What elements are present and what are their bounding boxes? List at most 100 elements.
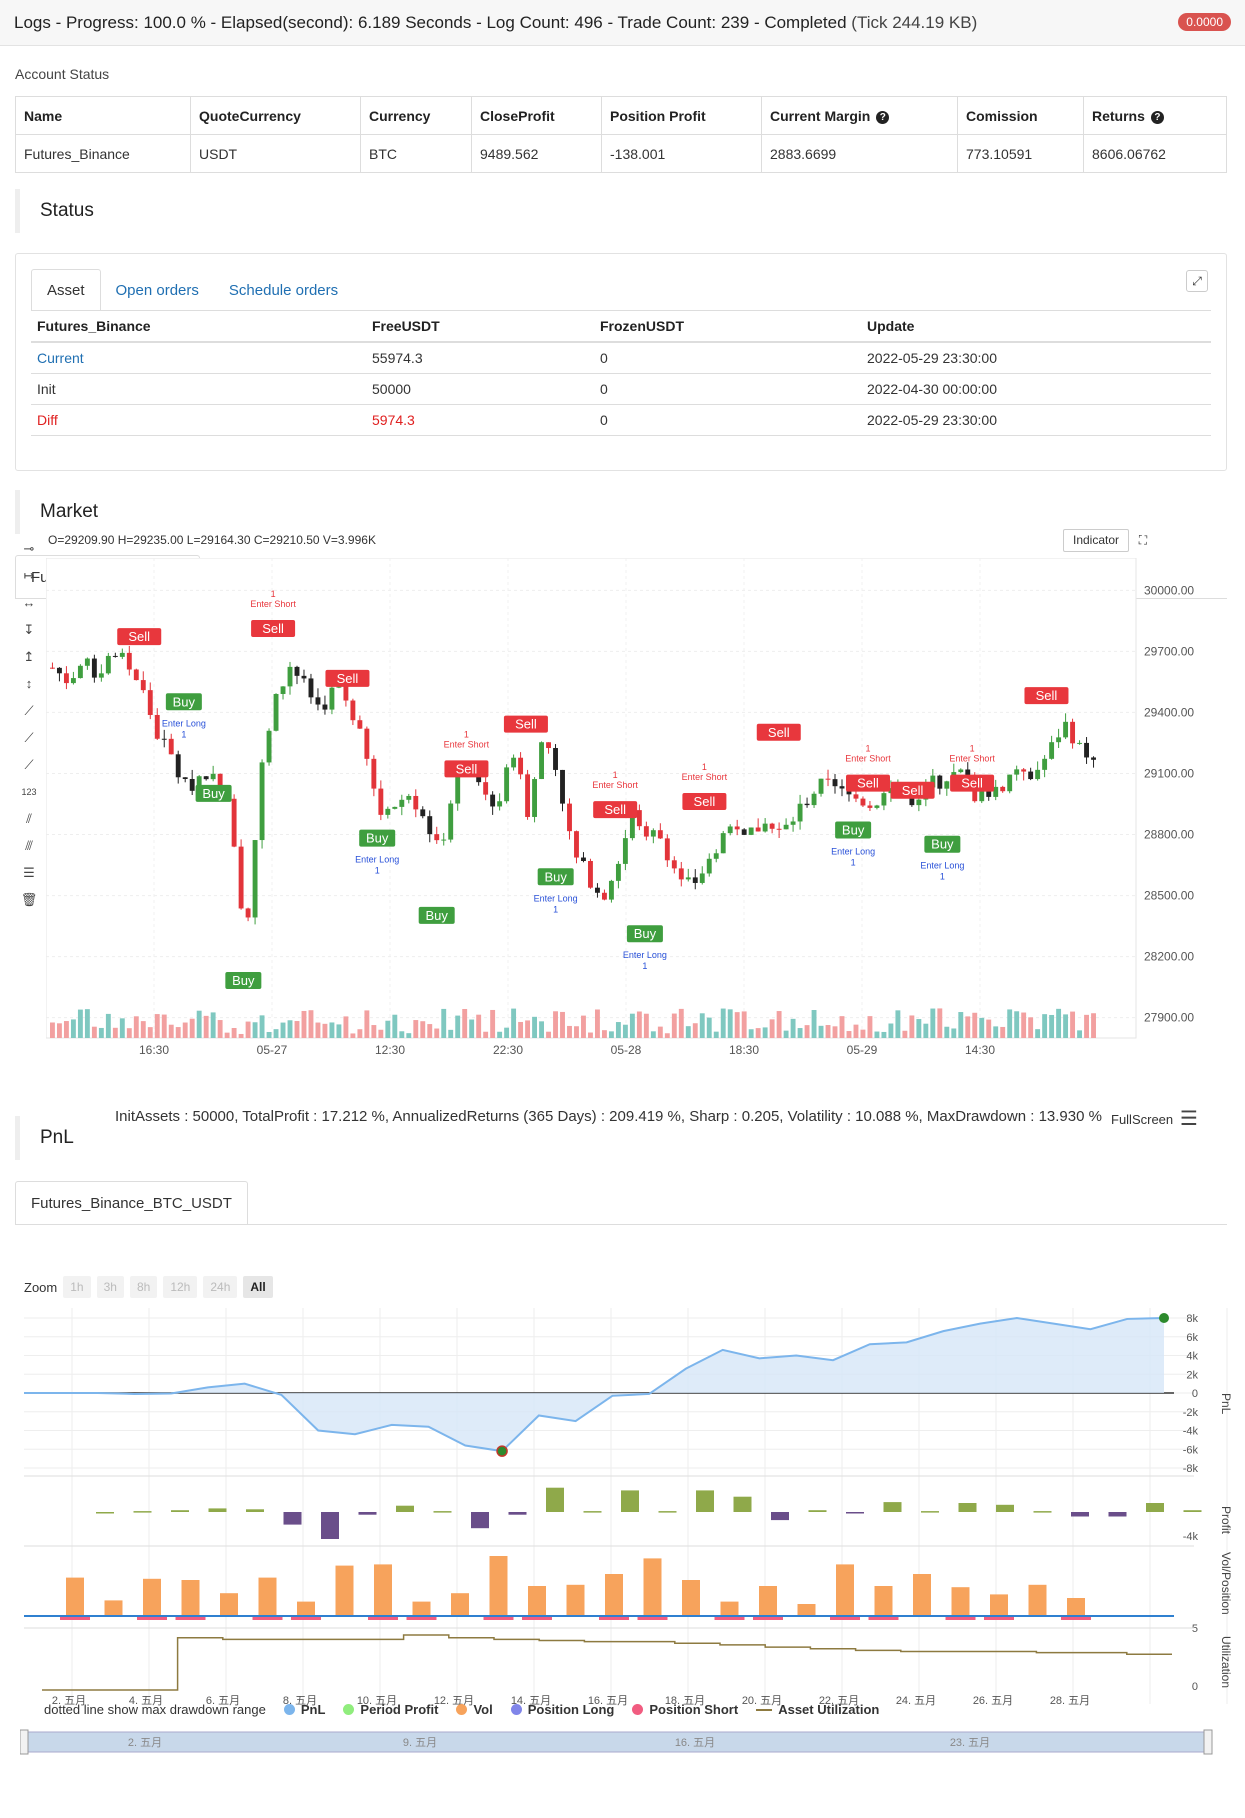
volume-bar <box>315 1022 321 1038</box>
volume-bar <box>790 1018 796 1038</box>
vol-bar <box>682 1580 700 1616</box>
volume-bar <box>91 1026 97 1038</box>
y-tick-label: -4k <box>1183 1426 1199 1438</box>
candle-body <box>804 803 810 806</box>
volume-bar <box>175 1027 181 1038</box>
legend-position-long[interactable]: Position Long <box>510 1702 614 1717</box>
volume-bar <box>378 1029 384 1038</box>
zoom-all-button[interactable]: All <box>243 1276 273 1298</box>
indicator-button[interactable]: Indicator <box>1063 529 1129 552</box>
legend-position-short[interactable]: Position Short <box>632 1702 738 1717</box>
fib-tool-icon[interactable]: ⫻ <box>18 832 40 859</box>
vol-bar <box>951 1587 970 1616</box>
candle-body <box>532 779 538 817</box>
legend-dot <box>510 1704 522 1715</box>
candlestick-chart[interactable]: 30000.00 29700.00 29400.00 29100.00 28800.00… <box>46 558 1226 1098</box>
menu-icon[interactable]: ☰ <box>1180 1106 1198 1131</box>
asset-row-label-init: Init <box>31 373 366 405</box>
trade-note: Enter Long <box>355 855 399 865</box>
volume-bar <box>546 1031 551 1038</box>
candle-body <box>392 806 398 809</box>
candle-body <box>168 738 174 755</box>
asset-row-label-current[interactable]: Current <box>31 342 366 374</box>
ohlc-readout: O=29209.90 H=29235.00 L=29164.30 C=29210… <box>48 533 376 547</box>
candle-body <box>161 738 167 740</box>
trade-qty: 1 <box>865 744 870 754</box>
volume-bar <box>476 1014 482 1038</box>
vol-bar <box>566 1584 585 1616</box>
candle-body <box>769 823 775 829</box>
fullscreen-button[interactable]: FullScreen <box>1111 1112 1173 1127</box>
ray-line-tool-icon[interactable]: ⟋ <box>18 724 40 751</box>
volume-bar <box>846 1031 852 1038</box>
buy-signal: Buy <box>544 869 567 884</box>
parallel-channel-tool-icon[interactable]: ⫽ <box>18 805 40 832</box>
legend-vol[interactable]: Vol <box>456 1702 493 1717</box>
zoom-3h-button[interactable]: 3h <box>96 1276 124 1298</box>
navigator-handle-left <box>20 1729 29 1755</box>
trend-line-tool-icon[interactable]: ⟋ <box>18 697 40 724</box>
price-label-tool-icon[interactable]: 123 <box>18 778 40 805</box>
pnl-stacked-chart[interactable]: 8k 6k 4k 2k 0 -2k -4k -6k -8k PnL -4k Profit 5 Vol/Po… <box>24 1308 1234 1708</box>
max-drawdown-marker <box>496 1445 508 1457</box>
legend-asset-utilization[interactable]: Asset Utilization <box>756 1702 879 1717</box>
trade-qty: 1 <box>642 961 647 971</box>
tab-open-orders[interactable]: Open orders <box>101 269 214 311</box>
segment-tool-icon[interactable]: ⟋ <box>18 751 40 778</box>
sell-signal: Sell <box>337 671 359 686</box>
legend-period-profit[interactable]: Period Profit <box>343 1702 438 1717</box>
extended-line-tool-icon[interactable]: ↔ <box>18 589 40 616</box>
account-table: Name QuoteCurrency Currency CloseProfit … <box>15 96 1227 173</box>
candle-body <box>797 803 803 822</box>
candle-body <box>50 667 55 669</box>
account-col-header: Name <box>15 96 191 135</box>
volume-bar <box>699 1013 705 1038</box>
volume-bar <box>622 1024 628 1038</box>
vertical-ray-tool-icon[interactable]: ↥ <box>18 643 40 670</box>
buy-signal: Buy <box>366 831 389 846</box>
x-tick-label: 28. 五月 <box>1050 1695 1090 1707</box>
horizontal-ray-tool-icon[interactable]: ↦ <box>18 562 40 589</box>
volume-bar <box>483 1031 489 1038</box>
volume-bar <box>581 1015 586 1038</box>
help-icon[interactable]: ? <box>876 110 890 124</box>
zoom-1h-button[interactable]: 1h <box>63 1276 91 1298</box>
trade-note: Enter Long <box>920 861 964 871</box>
volume-bar <box>371 1025 377 1038</box>
volume-bar <box>63 1021 69 1038</box>
expand-icon[interactable]: ⤢ <box>1186 270 1208 292</box>
y-tick-label: -6k <box>1183 1444 1199 1456</box>
help-icon[interactable]: ? <box>1150 110 1164 124</box>
horizontal-lines-tool-icon[interactable]: ☰ <box>18 859 40 886</box>
zoom-8h-button[interactable]: 8h <box>129 1276 158 1298</box>
asset-row-current: Current 55974.3 0 2022-05-29 23:30:00 <box>31 342 1211 374</box>
tab-pnl-pair[interactable]: Futures_Binance_BTC_USDT <box>15 1181 248 1225</box>
vertical-segment-tool-icon[interactable]: ↕ <box>18 670 40 697</box>
volume-bar <box>692 1023 698 1038</box>
candle-body <box>818 778 824 794</box>
tab-schedule-orders[interactable]: Schedule orders <box>214 269 353 311</box>
range-navigator[interactable]: 2. 五月 9. 五月 16. 五月 23. 五月 <box>20 1726 1220 1760</box>
pane-label: PnL <box>1219 1393 1233 1415</box>
volume-bar <box>678 1008 684 1038</box>
sell-signal: Sell <box>694 794 716 809</box>
y-tick-label: 27900.00 <box>1144 1011 1194 1025</box>
trade-note: Enter Long <box>162 718 206 728</box>
volume-bar <box>930 1008 936 1038</box>
horizontal-line-tool-icon[interactable]: ⊸ <box>18 535 40 562</box>
candle-body <box>581 857 586 861</box>
trade-note: Enter Long <box>534 893 578 903</box>
volume-bar <box>322 1023 328 1038</box>
zoom-24h-button[interactable]: 24h <box>203 1276 238 1298</box>
tab-asset[interactable]: Asset <box>31 269 101 311</box>
trash-icon[interactable]: 🗑 <box>18 886 40 913</box>
candle-body <box>406 795 412 800</box>
y-tick-label: 0 <box>1192 1681 1198 1693</box>
x-tick-label: 16:30 <box>139 1043 169 1057</box>
navigator-tick: 23. 五月 <box>950 1737 990 1749</box>
vertical-line-tool-icon[interactable]: ↧ <box>18 616 40 643</box>
chart-fullscreen-icon[interactable]: ⛶ <box>1132 529 1154 552</box>
legend-pnl[interactable]: PnL <box>283 1702 325 1717</box>
zoom-12h-button[interactable]: 12h <box>163 1276 198 1298</box>
volume-bar <box>427 1024 433 1038</box>
